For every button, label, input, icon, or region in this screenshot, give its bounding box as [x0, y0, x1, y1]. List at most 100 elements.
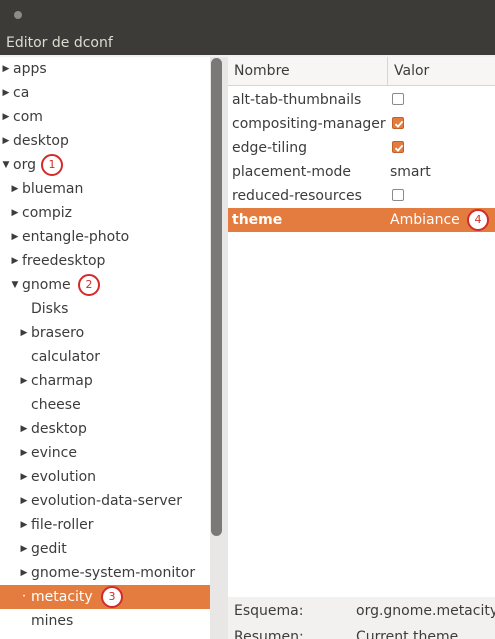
- tree-item-label: com: [13, 109, 43, 125]
- tree-item-metacity[interactable]: • metacity 3: [0, 585, 210, 609]
- key-name: reduced-resources: [232, 188, 362, 204]
- tree-item-label: metacity: [31, 589, 93, 605]
- value-checkbox[interactable]: [392, 189, 404, 201]
- annotation-marker: 4: [467, 209, 489, 231]
- tree-item-label: evince: [31, 445, 77, 461]
- title-bar: Editor de dconf: [0, 0, 495, 55]
- annotation-marker: 2: [78, 274, 100, 296]
- tree-item-com[interactable]: ▶ com: [0, 105, 210, 129]
- column-header-value[interactable]: Valor: [394, 57, 429, 85]
- tree-item-desktop[interactable]: ▶ desktop: [0, 129, 210, 153]
- tree-item-label: apps: [13, 61, 47, 77]
- tree-item-evolution[interactable]: ▶ evolution: [0, 465, 210, 489]
- tree-item-label: ca: [13, 85, 30, 101]
- key-name: compositing-manager: [232, 116, 386, 132]
- expander-closed-icon[interactable]: •: [19, 585, 29, 609]
- tree-item-calculator[interactable]: calculator: [0, 345, 210, 369]
- annotation-marker: 3: [101, 586, 123, 608]
- tree-item-charmap[interactable]: ▶ charmap: [0, 369, 210, 393]
- key-row-theme[interactable]: theme Ambiance 4: [228, 208, 495, 232]
- tree-item-label: calculator: [31, 349, 101, 365]
- expander-open-icon[interactable]: ▼: [1, 153, 11, 177]
- tree-item-desktop[interactable]: ▶ desktop: [0, 417, 210, 441]
- annotation-marker: 1: [41, 154, 63, 176]
- expander-closed-icon[interactable]: ▶: [19, 417, 29, 441]
- expander-closed-icon[interactable]: ▶: [10, 225, 20, 249]
- key-row-reduced-resources[interactable]: reduced-resources: [228, 184, 495, 208]
- tree-item-label: desktop: [31, 421, 87, 437]
- tree-item-label: file-roller: [31, 517, 94, 533]
- tree-item-ca[interactable]: ▶ ca: [0, 81, 210, 105]
- expander-closed-icon[interactable]: ▶: [1, 129, 11, 153]
- summary-label: Resumen:: [234, 629, 304, 639]
- tree-item-label: charmap: [31, 373, 93, 389]
- window-menu-icon[interactable]: [14, 11, 22, 19]
- expander-closed-icon[interactable]: ▶: [19, 489, 29, 513]
- expander-closed-icon[interactable]: ▶: [10, 201, 20, 225]
- expander-closed-icon[interactable]: ▶: [19, 369, 29, 393]
- tree-item-label: mines: [31, 613, 74, 629]
- tree-item-mines[interactable]: mines: [0, 609, 210, 633]
- tree-item-label: Disks: [31, 301, 69, 317]
- tree-item-label: entangle-photo: [22, 229, 130, 245]
- tree-item-file-roller[interactable]: ▶ file-roller: [0, 513, 210, 537]
- expander-closed-icon[interactable]: ▶: [1, 105, 11, 129]
- tree-scrollbar-thumb[interactable]: [211, 58, 222, 536]
- tree-item-gedit[interactable]: ▶ gedit: [0, 537, 210, 561]
- tree-item-gnome-system-monitor[interactable]: ▶ gnome-system-monitor: [0, 561, 210, 585]
- tree-item-label: blueman: [22, 181, 84, 197]
- tree-item-cheese[interactable]: cheese: [0, 393, 210, 417]
- expander-closed-icon[interactable]: ▶: [1, 81, 11, 105]
- tree-item-brasero[interactable]: ▶ brasero: [0, 321, 210, 345]
- expander-open-icon[interactable]: ▼: [10, 273, 20, 297]
- value-checkbox[interactable]: [392, 117, 404, 129]
- window-title: Editor de dconf: [6, 35, 113, 51]
- tree-item-entangle-photo[interactable]: ▶ entangle-photo: [0, 225, 210, 249]
- expander-closed-icon[interactable]: ▶: [19, 321, 29, 345]
- tree-item-label: org: [13, 157, 36, 173]
- expander-closed-icon[interactable]: ▶: [19, 441, 29, 465]
- tree-item-freedesktop[interactable]: ▶ freedesktop: [0, 249, 210, 273]
- expander-closed-icon[interactable]: ▶: [19, 465, 29, 489]
- tree-item-compiz[interactable]: ▶ compiz: [0, 201, 210, 225]
- tree-item-label: gedit: [31, 541, 67, 557]
- tree-item-apps[interactable]: ▶ apps: [0, 57, 210, 81]
- key-row-placement-mode[interactable]: placement-mode smart: [228, 160, 495, 184]
- expander-closed-icon[interactable]: ▶: [10, 249, 20, 273]
- tree-item-gnome[interactable]: ▼ gnome 2: [0, 273, 210, 297]
- tree-item-disks[interactable]: Disks: [0, 297, 210, 321]
- tree-item-evince[interactable]: ▶ evince: [0, 441, 210, 465]
- tree-item-evolution-data-server[interactable]: ▶ evolution-data-server: [0, 489, 210, 513]
- tree-item-label: desktop: [13, 133, 69, 149]
- tree-item-label: freedesktop: [22, 253, 106, 269]
- tree-item-blueman[interactable]: ▶ blueman: [0, 177, 210, 201]
- key-row-compositing-manager[interactable]: compositing-manager: [228, 112, 495, 136]
- tree-item-label: cheese: [31, 397, 81, 413]
- expander-closed-icon[interactable]: ▶: [19, 513, 29, 537]
- tree-item-label: gnome: [22, 277, 71, 293]
- schema-value: org.gnome.metacity: [356, 603, 495, 619]
- tree-item-org[interactable]: ▼ org 1: [0, 153, 210, 177]
- key-name: edge-tiling: [232, 140, 307, 156]
- schema-tree[interactable]: ▶ apps ▶ ca ▶ com ▶ desktop ▼ org 1 ▶ blueman ▶ compiz…: [0, 57, 210, 639]
- list-header: Nombre Valor: [228, 57, 495, 86]
- schema-label: Esquema:: [234, 603, 304, 619]
- value-checkbox[interactable]: [392, 93, 404, 105]
- key-row-alt-tab-thumbnails[interactable]: alt-tab-thumbnails: [228, 88, 495, 112]
- key-row-edge-tiling[interactable]: edge-tiling: [228, 136, 495, 160]
- key-name: theme: [232, 212, 283, 228]
- summary-value: Current theme: [356, 629, 459, 639]
- key-name: placement-mode: [232, 164, 352, 180]
- key-value[interactable]: smart: [390, 160, 431, 184]
- tree-item-label: evolution: [31, 469, 97, 485]
- expander-closed-icon[interactable]: ▶: [19, 537, 29, 561]
- tree-item-label: evolution-data-server: [31, 493, 182, 509]
- key-value[interactable]: Ambiance: [390, 208, 460, 232]
- column-header-name[interactable]: Nombre: [234, 57, 290, 85]
- key-name: alt-tab-thumbnails: [232, 92, 362, 108]
- expander-closed-icon[interactable]: ▶: [10, 177, 20, 201]
- tree-item-label: brasero: [31, 325, 85, 341]
- value-checkbox[interactable]: [392, 141, 404, 153]
- expander-closed-icon[interactable]: ▶: [1, 57, 11, 81]
- expander-closed-icon[interactable]: ▶: [19, 561, 29, 585]
